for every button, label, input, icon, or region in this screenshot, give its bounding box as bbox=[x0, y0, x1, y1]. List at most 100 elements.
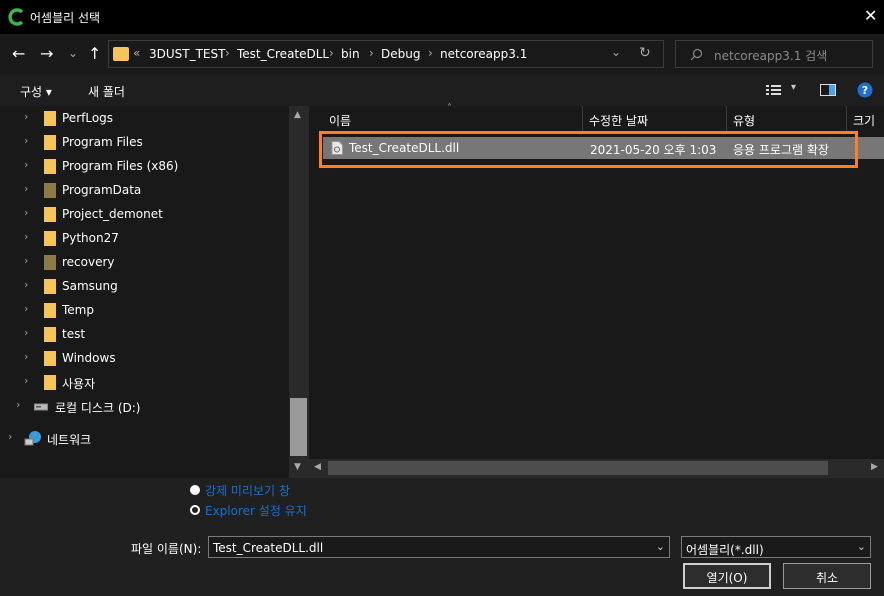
tree-item-folder[interactable]: › ProgramData bbox=[0, 178, 290, 202]
force-preview-radio[interactable] bbox=[190, 485, 200, 495]
folder-icon bbox=[44, 231, 56, 246]
column-header-type[interactable]: 유형 bbox=[727, 106, 847, 132]
breadcrumb-item[interactable]: bin bbox=[341, 47, 360, 61]
new-folder-button[interactable]: 새 폴더 bbox=[88, 83, 125, 100]
tree-item-folder[interactable]: › PerfLogs bbox=[0, 106, 290, 130]
svg-text:?: ? bbox=[862, 84, 868, 97]
chevron-right-icon[interactable]: › bbox=[24, 110, 28, 123]
recent-locations-button[interactable]: ⌄ bbox=[68, 46, 78, 60]
tree-item-folder[interactable]: › Windows bbox=[0, 346, 290, 370]
scrollbar-thumb[interactable] bbox=[290, 398, 307, 456]
tree-item-folder[interactable]: › 사용자 bbox=[0, 370, 290, 394]
address-row: ← → ⌄ ↑ « 3DUST_TEST › Test_CreateDLL › … bbox=[0, 34, 884, 74]
tree-item-folder[interactable]: › Python27 bbox=[0, 226, 290, 250]
open-button[interactable]: 열기(O) bbox=[683, 563, 771, 589]
close-icon[interactable]: ✕ bbox=[864, 6, 877, 25]
scroll-right-icon[interactable]: ▶ bbox=[871, 462, 878, 472]
chevron-right-icon[interactable]: › bbox=[8, 430, 12, 443]
file-list-scrollbar[interactable]: ◀ ▶ bbox=[308, 459, 884, 478]
keep-explorer-label[interactable]: Explorer 설정 유지 bbox=[205, 502, 307, 519]
folder-icon bbox=[44, 159, 56, 174]
back-button[interactable]: ← bbox=[12, 44, 25, 63]
folder-icon bbox=[44, 183, 56, 198]
chevron-right-icon[interactable]: › bbox=[24, 374, 28, 387]
navigation-scrollbar[interactable]: ▲ ▼ bbox=[289, 106, 308, 478]
tree-item-folder[interactable]: › test bbox=[0, 322, 290, 346]
chevron-right-icon[interactable]: › bbox=[24, 182, 28, 195]
folder-icon bbox=[44, 135, 56, 150]
chevron-right-icon[interactable]: › bbox=[24, 254, 28, 267]
breadcrumb-overflow[interactable]: « bbox=[133, 46, 140, 60]
tree-item-drive-d[interactable]: › 로컬 디스크 (D:) bbox=[0, 394, 290, 418]
chevron-right-icon[interactable]: › bbox=[24, 134, 28, 147]
scroll-down-icon[interactable]: ▼ bbox=[294, 462, 301, 472]
dialog-footer: 강제 미리보기 창 Explorer 설정 유지 파일 이름(N): Test_… bbox=[0, 478, 884, 596]
tree-item-label: Temp bbox=[62, 303, 94, 317]
folder-icon bbox=[44, 327, 56, 342]
view-options-icon[interactable] bbox=[766, 84, 782, 96]
refresh-icon[interactable]: ↻ bbox=[639, 45, 651, 61]
address-dropdown-icon[interactable]: ⌄ bbox=[611, 45, 621, 59]
filename-input[interactable]: Test_CreateDLL.dll ⌄ bbox=[208, 536, 670, 558]
forward-button[interactable]: → bbox=[40, 44, 53, 63]
tree-item-folder[interactable]: › Program Files (x86) bbox=[0, 154, 290, 178]
folder-icon bbox=[44, 255, 56, 270]
address-bar[interactable]: « 3DUST_TEST › Test_CreateDLL › bin › De… bbox=[108, 40, 664, 68]
navigation-pane: › PerfLogs › Program Files › Program Files (x… bbox=[0, 106, 308, 478]
tree-item-folder[interactable]: › Temp bbox=[0, 298, 290, 322]
folder-icon bbox=[44, 207, 56, 222]
tree-item-folder[interactable]: › Project_demonet bbox=[0, 202, 290, 226]
chevron-right-icon[interactable]: › bbox=[16, 398, 20, 411]
filename-label: 파일 이름(N): bbox=[131, 542, 202, 556]
tree-item-folder[interactable]: › Program Files bbox=[0, 130, 290, 154]
chevron-right-icon[interactable]: › bbox=[24, 206, 28, 219]
breadcrumb-item[interactable]: Test_CreateDLL bbox=[237, 47, 329, 61]
tree-item-folder[interactable]: › Samsung bbox=[0, 274, 290, 298]
tree-item-label: Windows bbox=[62, 351, 116, 365]
tree-item-label: ProgramData bbox=[62, 183, 142, 197]
chevron-right-icon[interactable]: › bbox=[24, 350, 28, 363]
chevron-right-icon[interactable]: › bbox=[24, 302, 28, 315]
breadcrumb-separator: › bbox=[369, 46, 374, 60]
tree-item-label: 네트워크 bbox=[47, 433, 92, 447]
tree-item-network[interactable]: › 네트워크 bbox=[0, 426, 290, 450]
filetype-select[interactable]: 어셈블리(*.dll) ⌄ bbox=[681, 536, 871, 558]
view-dropdown-icon[interactable]: ▾ bbox=[791, 82, 796, 93]
column-header-size[interactable]: 크기 bbox=[847, 106, 884, 132]
tree-item-label: test bbox=[62, 327, 86, 341]
up-button[interactable]: ↑ bbox=[88, 44, 101, 63]
tree-item-folder[interactable]: › recovery bbox=[0, 250, 290, 274]
breadcrumb-separator: › bbox=[225, 46, 230, 60]
breadcrumb-item[interactable]: 3DUST_TEST bbox=[149, 47, 225, 61]
title-bar: 어셈블리 선택 ✕ bbox=[0, 0, 884, 34]
force-preview-label[interactable]: 강제 미리보기 창 bbox=[205, 482, 290, 499]
organize-button[interactable]: 구성 ▾ bbox=[20, 83, 52, 100]
cancel-button[interactable]: 취소 bbox=[783, 563, 871, 589]
column-header-date[interactable]: 수정한 날짜 bbox=[583, 106, 727, 132]
chevron-right-icon[interactable]: › bbox=[24, 158, 28, 171]
app-logo-icon bbox=[8, 8, 24, 26]
keep-explorer-radio[interactable] bbox=[190, 505, 200, 515]
search-box[interactable]: netcoreapp3.1 검색 bbox=[675, 40, 873, 68]
chevron-right-icon[interactable]: › bbox=[24, 326, 28, 339]
folder-icon bbox=[44, 375, 56, 390]
folder-icon bbox=[44, 303, 56, 318]
help-icon[interactable]: ? bbox=[857, 82, 873, 98]
chevron-down-icon[interactable]: ⌄ bbox=[857, 540, 866, 553]
scrollbar-thumb[interactable] bbox=[328, 461, 828, 475]
preview-pane-icon[interactable] bbox=[820, 84, 836, 96]
chevron-right-icon[interactable]: › bbox=[24, 278, 28, 291]
chevron-right-icon[interactable]: › bbox=[24, 230, 28, 243]
selection-highlight-box bbox=[319, 131, 858, 168]
tree-item-label: Program Files (x86) bbox=[62, 159, 179, 173]
search-input[interactable]: netcoreapp3.1 검색 bbox=[714, 47, 827, 64]
breadcrumb-item[interactable]: Debug bbox=[381, 47, 420, 61]
scroll-up-icon[interactable]: ▲ bbox=[294, 110, 301, 120]
window-title: 어셈블리 선택 bbox=[30, 11, 101, 25]
column-header-name[interactable]: 이름 bbox=[323, 106, 583, 132]
tree-item-label: recovery bbox=[62, 255, 115, 269]
chevron-down-icon[interactable]: ⌄ bbox=[656, 540, 665, 553]
drive-icon bbox=[34, 403, 48, 411]
scroll-left-icon[interactable]: ◀ bbox=[314, 462, 321, 472]
breadcrumb-item[interactable]: netcoreapp3.1 bbox=[440, 47, 527, 61]
